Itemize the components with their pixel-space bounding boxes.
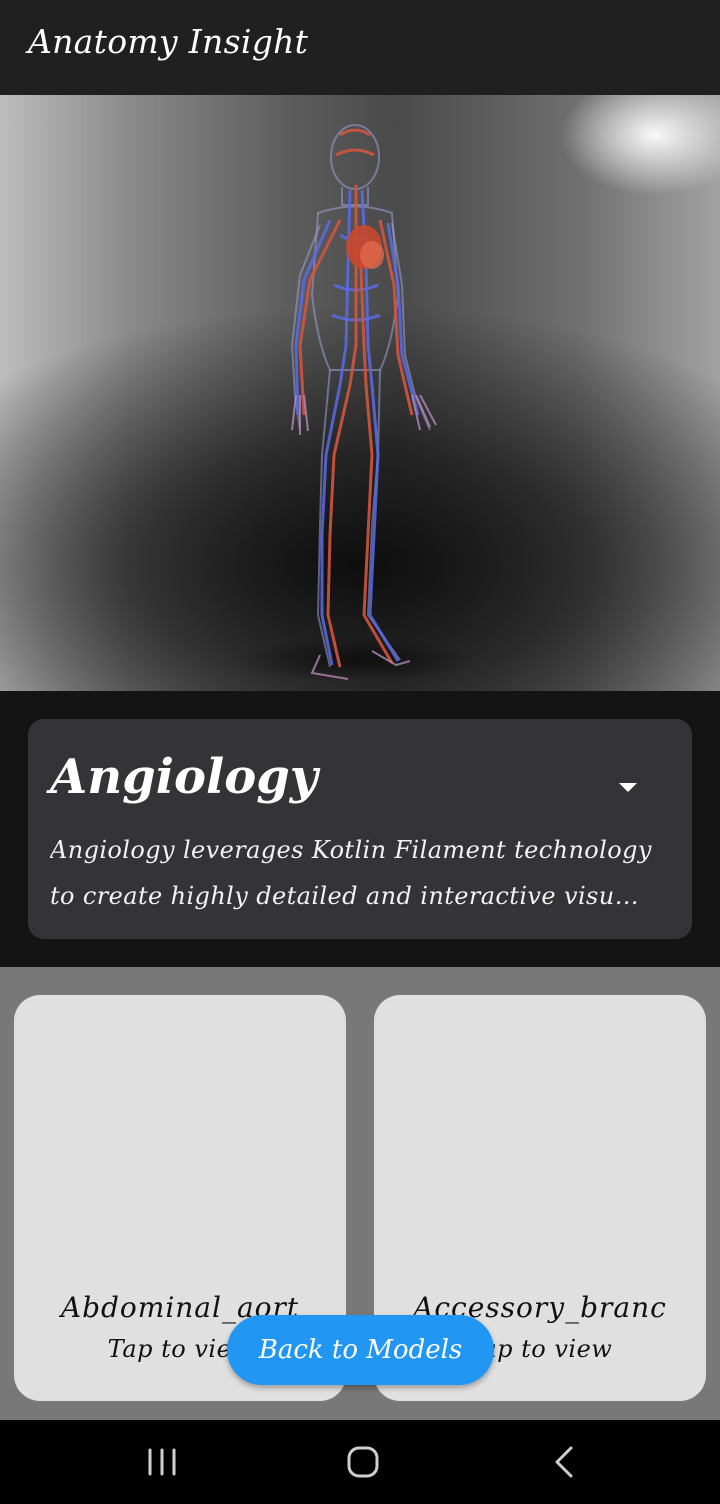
- info-section: Angiology Angiology leverages Kotlin Fil…: [0, 691, 720, 967]
- app-bar: Anatomy Insight: [0, 0, 720, 95]
- app-title: Anatomy Insight: [28, 22, 309, 61]
- caret-down-icon[interactable]: [616, 775, 640, 799]
- 3d-model-viewer[interactable]: [0, 95, 720, 691]
- back-to-models-button[interactable]: Back to Models: [227, 1315, 494, 1385]
- recents-icon[interactable]: [142, 1442, 182, 1482]
- info-card: Angiology Angiology leverages Kotlin Fil…: [28, 719, 692, 939]
- circulatory-system-model-icon: [235, 124, 475, 682]
- info-title: Angiology: [50, 749, 318, 805]
- back-icon[interactable]: [545, 1442, 585, 1482]
- home-icon[interactable]: [343, 1442, 383, 1482]
- info-description: Angiology leverages Kotlin Filament tech…: [50, 836, 652, 910]
- system-nav-bar: [0, 1420, 720, 1504]
